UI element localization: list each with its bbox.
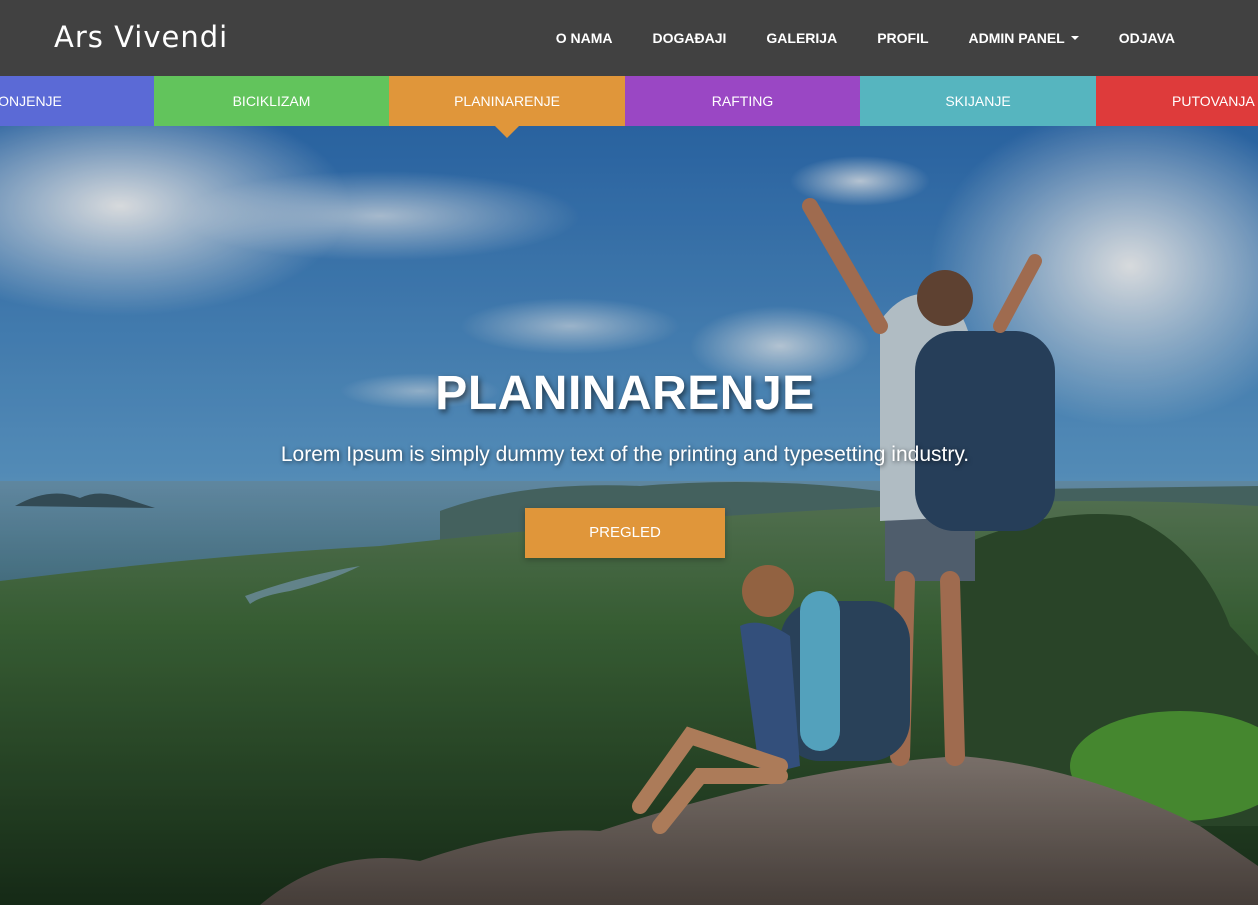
active-pointer-icon <box>495 126 519 138</box>
nav-link-profil[interactable]: PROFIL <box>857 0 948 76</box>
nav-link-galerija[interactable]: GALERIJA <box>746 0 857 76</box>
category-label: PUTOVANJA <box>1172 93 1255 109</box>
category-ronjenje[interactable]: RONJENJE <box>0 76 154 126</box>
hero-title: PLANINARENJE <box>435 367 815 420</box>
nav-link-admin-panel-label: ADMIN PANEL <box>968 30 1065 46</box>
nav-link-o-nama[interactable]: O NAMA <box>536 0 633 76</box>
nav-link-odjava[interactable]: ODJAVA <box>1099 0 1258 76</box>
category-label: RAFTING <box>711 93 774 109</box>
category-biciklizam[interactable]: BICIKLIZAM <box>154 76 389 126</box>
category-label: SKIJANJE <box>945 93 1011 109</box>
category-putovanja[interactable]: PUTOVANJA <box>1096 76 1258 126</box>
category-label: BICIKLIZAM <box>232 93 311 109</box>
category-rafting[interactable]: RAFTING <box>625 76 860 126</box>
caret-down-icon <box>1070 36 1079 41</box>
hero-subtitle: Lorem Ipsum is simply dummy text of the … <box>280 443 970 466</box>
nav-dropdown-admin-panel[interactable]: ADMIN PANEL <box>949 0 1099 76</box>
category-label: RONJENJE <box>0 93 62 109</box>
main-nav: O NAMA DOGAĐAJI GALERIJA PROFIL ADMIN PA… <box>536 0 1258 76</box>
category-bar: RONJENJE BICIKLIZAM PLANINARENJE RAFTING… <box>0 76 1258 138</box>
pregled-button[interactable]: PREGLED <box>525 508 725 558</box>
top-navbar: Ars Vivendi O NAMA DOGAĐAJI GALERIJA PRO… <box>0 0 1258 76</box>
brand-logo[interactable]: Ars Vivendi <box>54 18 228 56</box>
category-label: PLANINARENJE <box>454 93 560 109</box>
nav-link-dogadaji[interactable]: DOGAĐAJI <box>632 0 746 76</box>
category-skijanje[interactable]: SKIJANJE <box>860 76 1096 126</box>
hero-section: PLANINARENJE Lorem Ipsum is simply dummy… <box>0 126 1258 905</box>
category-planinarenje[interactable]: PLANINARENJE <box>389 76 625 138</box>
